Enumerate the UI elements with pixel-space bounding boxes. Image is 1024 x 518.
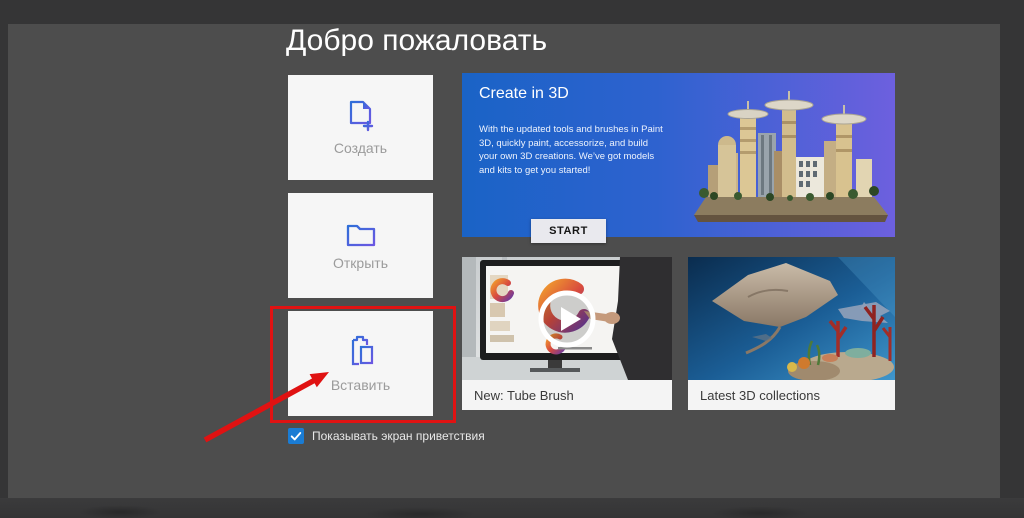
play-icon bbox=[538, 290, 596, 347]
checkbox-box[interactable] bbox=[288, 428, 304, 444]
card-caption: New: Tube Brush bbox=[462, 380, 672, 410]
card-caption: Latest 3D collections bbox=[688, 380, 895, 410]
action-label: Создать bbox=[333, 140, 388, 156]
new-document-icon bbox=[349, 100, 373, 132]
action-label: Открыть bbox=[333, 255, 388, 271]
page-title: Добро пожаловать bbox=[286, 24, 548, 57]
create-button[interactable]: Создать bbox=[288, 75, 433, 180]
3d-city-illustration bbox=[694, 91, 888, 222]
checkbox-label: Показывать экран приветствия bbox=[312, 429, 485, 443]
tube-brush-card[interactable]: New: Tube Brush bbox=[462, 257, 672, 410]
collections-card[interactable]: Latest 3D collections bbox=[688, 257, 895, 410]
play-overlay[interactable] bbox=[462, 257, 672, 380]
open-folder-icon bbox=[346, 224, 375, 247]
taskbar-blur-strip bbox=[0, 498, 1024, 518]
show-welcome-checkbox[interactable]: Показывать экран приветствия bbox=[288, 428, 485, 444]
screenshot-root: Добро пожаловать Создать Открыть Вставит… bbox=[0, 0, 1024, 518]
paste-clipboard-icon bbox=[351, 335, 373, 366]
banner-title: Create in 3D bbox=[479, 85, 569, 102]
create-in-3d-banner[interactable]: Create in 3D With the updated tools and … bbox=[462, 73, 895, 243]
checkmark-icon bbox=[290, 432, 302, 441]
open-button[interactable]: Открыть bbox=[288, 193, 433, 298]
start-button[interactable]: START bbox=[531, 219, 606, 243]
banner-description: With the updated tools and brushes in Pa… bbox=[479, 124, 663, 176]
paste-button[interactable]: Вставить bbox=[288, 311, 433, 416]
underwater-thumbnail bbox=[688, 257, 895, 380]
action-label: Вставить bbox=[330, 377, 391, 393]
